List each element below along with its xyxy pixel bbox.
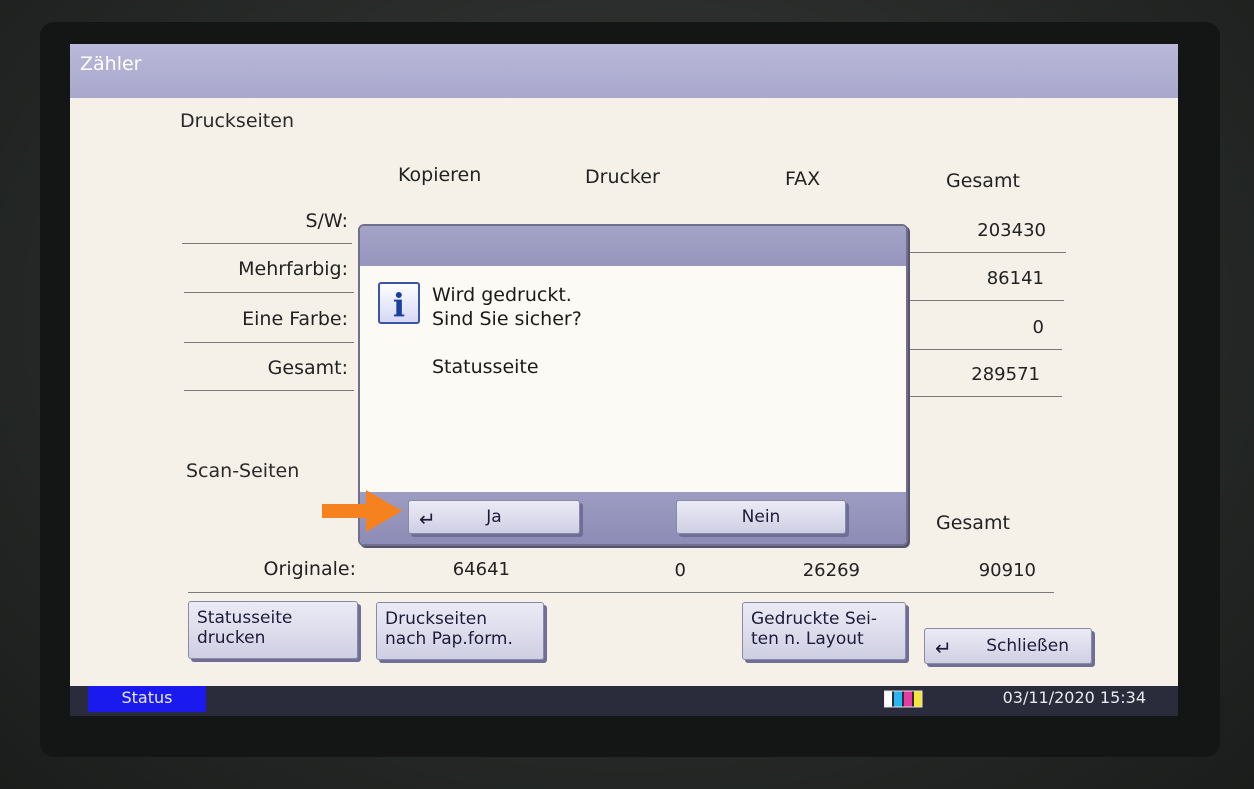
row-divider bbox=[906, 252, 1066, 253]
status-button[interactable]: Status bbox=[88, 686, 206, 712]
enter-icon: ↵ bbox=[419, 507, 436, 531]
row-label-eine-farbe: Eine Farbe: bbox=[242, 308, 348, 330]
column-header-fax: FAX bbox=[785, 168, 821, 190]
schliessen-label: Schließen bbox=[986, 636, 1069, 656]
dialog-message-line2: Sind Sie sicher? bbox=[432, 308, 582, 330]
ja-label: Ja bbox=[486, 507, 502, 527]
column-header-kopieren: Kopieren bbox=[398, 164, 482, 186]
dialog-detail: Statusseite bbox=[432, 356, 539, 378]
dialog-message-line1: Wird gedruckt. bbox=[432, 284, 572, 306]
dialog-titlebar bbox=[360, 226, 906, 266]
value-originale-gesamt: 90910 bbox=[978, 560, 1036, 581]
ja-button[interactable]: ↵ Ja bbox=[408, 500, 580, 534]
column-header-gesamt: Gesamt bbox=[946, 170, 1020, 192]
row-label-mehrfarbig: Mehrfarbig: bbox=[238, 258, 348, 280]
schliessen-button[interactable]: ↵ Schließen bbox=[924, 628, 1092, 664]
druckseiten-papform-button[interactable]: Druckseiten nach Pap.form. bbox=[376, 602, 544, 660]
toner-level-icon bbox=[884, 690, 923, 708]
value-originale-kopieren: 64641 bbox=[452, 559, 510, 580]
highlight-arrow-icon bbox=[322, 490, 402, 532]
column-header-scan-gesamt: Gesamt bbox=[936, 512, 1010, 534]
row-label-sw: S/W: bbox=[305, 210, 348, 232]
window-title: Zähler bbox=[70, 44, 1178, 98]
row-divider bbox=[900, 396, 1062, 397]
section-title-druckseiten: Druckseiten bbox=[180, 110, 294, 132]
dialog-button-bar: ↵ Ja Nein bbox=[360, 492, 906, 544]
column-header-drucker: Drucker bbox=[585, 166, 660, 188]
confirm-dialog: i Wird gedruckt. Sind Sie sicher? Status… bbox=[358, 224, 908, 546]
statusseite-drucken-button[interactable]: Statusseite drucken bbox=[188, 601, 358, 659]
row-divider bbox=[904, 300, 1064, 301]
enter-icon: ↵ bbox=[935, 636, 952, 660]
row-divider bbox=[188, 592, 1054, 593]
value-eine-farbe-gesamt: 0 bbox=[1032, 317, 1044, 338]
row-divider bbox=[184, 292, 354, 293]
value-mehrfarbig-gesamt: 86141 bbox=[986, 268, 1044, 289]
row-divider bbox=[902, 349, 1062, 350]
value-originale-fax: 26269 bbox=[802, 560, 860, 581]
value-sw-gesamt: 203430 bbox=[977, 220, 1046, 241]
info-icon: i bbox=[378, 282, 420, 324]
row-label-gesamt: Gesamt: bbox=[267, 357, 348, 379]
value-gesamt-gesamt: 289571 bbox=[971, 364, 1040, 385]
section-title-scan-seiten: Scan-Seiten bbox=[186, 460, 300, 482]
gedruckte-seiten-layout-button[interactable]: Gedruckte Sei- ten n. Layout bbox=[742, 602, 906, 660]
value-originale-drucker: 0 bbox=[674, 560, 686, 581]
datetime: 03/11/2020 15:34 bbox=[1002, 688, 1146, 707]
row-divider bbox=[182, 243, 352, 244]
row-divider bbox=[184, 342, 354, 343]
nein-button[interactable]: Nein bbox=[676, 500, 846, 534]
row-divider bbox=[184, 390, 354, 391]
row-label-originale: Originale: bbox=[263, 558, 356, 580]
